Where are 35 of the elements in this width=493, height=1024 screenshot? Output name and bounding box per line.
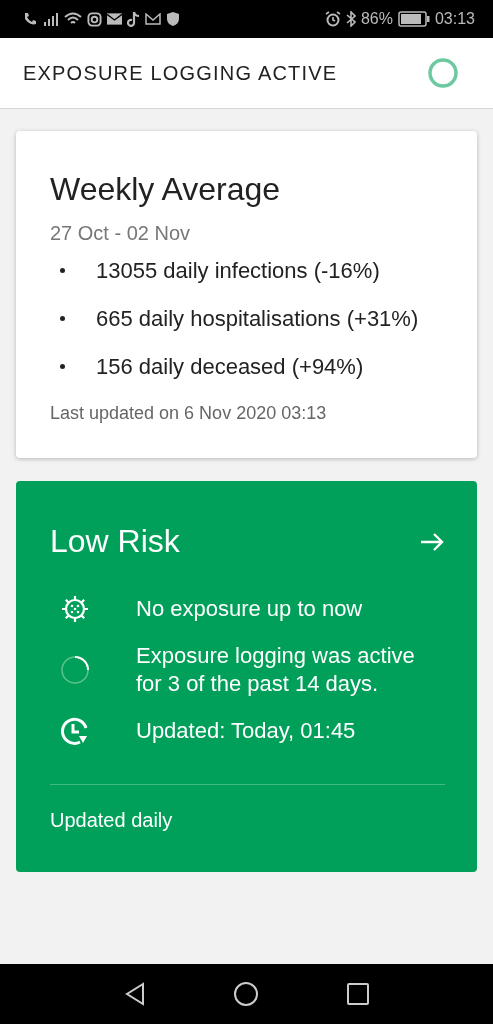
bullet-icon — [60, 268, 65, 273]
envelope-icon — [145, 13, 161, 25]
mail-icon — [107, 13, 122, 25]
risk-detail-text: No exposure up to now — [135, 595, 364, 623]
last-updated-text: Last updated on 6 Nov 2020 03:13 — [50, 403, 328, 424]
back-icon[interactable] — [123, 982, 146, 1006]
risk-title: Low Risk — [50, 523, 180, 560]
clock-refresh-icon — [60, 716, 90, 746]
recents-icon[interactable] — [347, 983, 370, 1005]
battery-percent: 86% — [360, 10, 393, 28]
update-frequency-text: Updated daily — [50, 809, 174, 832]
virus-icon — [60, 594, 90, 624]
statistic-text: 665 daily hospitalisations (+31%) — [96, 305, 419, 333]
risk-detail-text: Updated: Today, 01:45 — [135, 717, 357, 745]
note-icon — [127, 11, 140, 27]
bullet-icon — [60, 364, 65, 369]
date-range: 27 Oct - 02 Nov — [50, 222, 192, 245]
risk-detail-text: Exposure logging was active for 3 of the past 14 days. — [135, 642, 416, 698]
clock-time: 03:13 — [434, 10, 475, 28]
statistic-text: 13055 daily infections (-16%) — [96, 257, 380, 285]
arrow-right-icon[interactable] — [419, 531, 445, 552]
battery-icon — [397, 11, 430, 27]
bluetooth-icon — [345, 11, 356, 27]
progress-ring-icon — [60, 655, 90, 685]
alarm-icon — [324, 11, 341, 27]
bullet-icon — [60, 316, 65, 321]
home-icon[interactable] — [233, 981, 260, 1007]
statistic-text: 156 daily deceased (+94%) — [96, 353, 364, 381]
signal-icon — [43, 12, 59, 26]
status-title: EXPOSURE LOGGING ACTIVE — [23, 61, 338, 85]
status-ring-icon — [427, 57, 459, 89]
risk-card[interactable]: Low Risk No exposure up to now Exposure logging was active for 3 of the past 14 days. Updated: Today, 01:45 Updated daily — [16, 481, 477, 872]
camera-icon — [87, 11, 102, 27]
shield-icon — [166, 11, 180, 27]
card-title: Weekly Average — [50, 171, 282, 208]
